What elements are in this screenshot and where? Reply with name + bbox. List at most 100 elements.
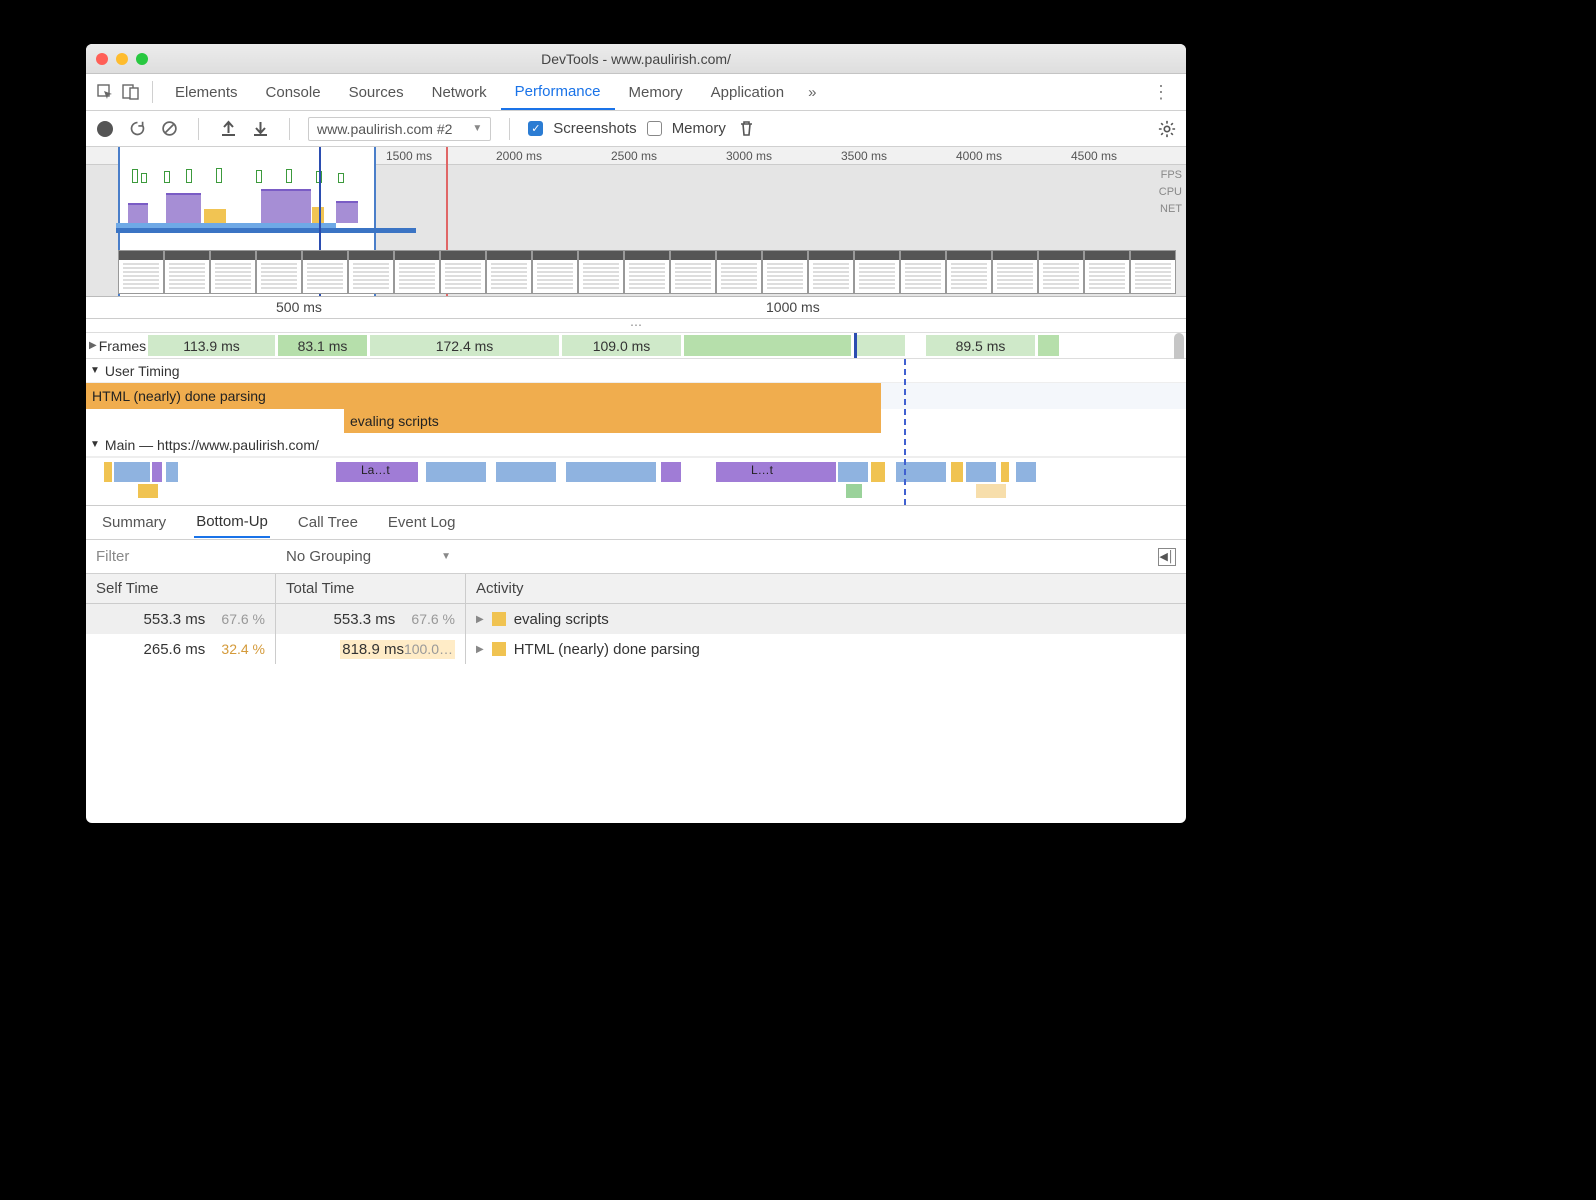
user-timing-label: User Timing xyxy=(105,363,180,379)
filter-row: Filter No Grouping ▼ ◀│ xyxy=(86,540,1186,574)
caret-down-icon: ▼ xyxy=(472,123,482,134)
user-timing-bar[interactable]: evaling scripts xyxy=(344,409,881,433)
main-track-header[interactable]: ▼Main — https://www.paulirish.com/ xyxy=(86,433,1186,457)
expand-icon: ▶ xyxy=(89,340,97,351)
save-profile-icon[interactable] xyxy=(249,118,271,140)
tab-application[interactable]: Application xyxy=(697,74,798,110)
user-timing-bar[interactable]: HTML (nearly) done parsing xyxy=(86,383,881,409)
ruler-tick: 2000 ms xyxy=(496,149,542,163)
panel-tabs: Elements Console Sources Network Perform… xyxy=(86,74,1186,111)
fps-label: FPS xyxy=(1159,167,1182,184)
table-row[interactable]: 265.6 ms 32.4 % 818.9 ms100.0… ▶HTML (ne… xyxy=(86,634,1186,664)
collapse-icon: ▼ xyxy=(90,365,100,376)
col-activity[interactable]: Activity xyxy=(466,574,1186,603)
ruler-tick: 1500 ms xyxy=(386,149,432,163)
capture-settings-icon[interactable] xyxy=(1156,118,1178,140)
flame-label: La…t xyxy=(361,463,390,477)
frames-label: Frames xyxy=(99,338,146,354)
performance-toolbar: www.paulirish.com #2 ▼ ✓ Screenshots Mem… xyxy=(86,111,1186,147)
tab-bottom-up[interactable]: Bottom-Up xyxy=(194,507,270,538)
details-tabs: Summary Bottom-Up Call Tree Event Log xyxy=(86,506,1186,540)
expand-icon[interactable]: ▶ xyxy=(476,614,484,625)
heaviest-stack-toggle-icon[interactable]: ◀│ xyxy=(1158,548,1176,566)
ruler-tick: 3500 ms xyxy=(841,149,887,163)
tabs-overflow-icon[interactable]: » xyxy=(798,84,826,101)
table-header: Self Time Total Time Activity xyxy=(86,574,1186,604)
load-profile-icon[interactable] xyxy=(217,118,239,140)
timing-marker xyxy=(904,359,906,505)
flame-chart-area[interactable]: ▼User Timing HTML (nearly) done parsing … xyxy=(86,359,1186,506)
expand-icon[interactable]: ▶ xyxy=(476,644,484,655)
cpu-label: CPU xyxy=(1159,184,1182,201)
activity-name: HTML (nearly) done parsing xyxy=(514,641,700,658)
frames-track[interactable]: ▶Frames 113.9 ms 83.1 ms 172.4 ms 109.0 … xyxy=(86,333,1186,359)
frame-block[interactable]: 109.0 ms xyxy=(562,335,682,356)
net-label: NET xyxy=(1159,201,1182,218)
tab-summary[interactable]: Summary xyxy=(100,508,168,537)
activity-name: evaling scripts xyxy=(514,611,609,628)
frame-block[interactable] xyxy=(1038,335,1060,356)
caret-down-icon: ▼ xyxy=(441,551,451,562)
ruler-tick: 500 ms xyxy=(276,299,322,315)
tab-call-tree[interactable]: Call Tree xyxy=(296,508,360,537)
tab-sources[interactable]: Sources xyxy=(335,74,418,110)
screenshots-label: Screenshots xyxy=(553,120,636,137)
tab-elements[interactable]: Elements xyxy=(161,74,252,110)
window-title: DevTools - www.paulirish.com/ xyxy=(86,51,1186,67)
frames-track-header[interactable]: ▶Frames xyxy=(86,338,149,354)
user-timing-header[interactable]: ▼ User Timing xyxy=(86,359,1186,383)
record-button[interactable] xyxy=(94,118,116,140)
ruler-tick: 2500 ms xyxy=(611,149,657,163)
screenshots-checkbox[interactable]: ✓ xyxy=(528,121,543,136)
device-toggle-icon[interactable] xyxy=(118,79,144,105)
grouping-select[interactable]: No Grouping ▼ xyxy=(286,548,451,565)
ruler-tick: 4500 ms xyxy=(1071,149,1117,163)
frame-block[interactable] xyxy=(856,335,906,356)
separator xyxy=(509,118,510,140)
main-track-label: Main — https://www.paulirish.com/ xyxy=(105,437,319,453)
tab-memory[interactable]: Memory xyxy=(615,74,697,110)
overview-timeline[interactable]: 500 ms 1000 ms 1500 ms 2000 ms 2500 ms 3… xyxy=(86,147,1186,297)
frame-block[interactable]: 89.5 ms xyxy=(926,335,1036,356)
tab-performance[interactable]: Performance xyxy=(501,74,615,110)
memory-label: Memory xyxy=(672,120,726,137)
detail-ruler[interactable]: 500 ms 1000 ms xyxy=(86,297,1186,319)
separator xyxy=(198,118,199,140)
table-body[interactable]: 553.3 ms 67.6 % 553.3 ms 67.6 % ▶evaling… xyxy=(86,604,1186,823)
garbage-collect-icon[interactable] xyxy=(736,118,758,140)
separator xyxy=(152,81,153,103)
devtools-window: DevTools - www.paulirish.com/ Elements C… xyxy=(86,44,1186,823)
frame-block[interactable] xyxy=(684,335,852,356)
ruler-tick: 3000 ms xyxy=(726,149,772,163)
frame-cursor xyxy=(854,333,857,358)
activity-color-icon xyxy=(492,612,506,626)
net-lane xyxy=(116,223,446,233)
tab-console[interactable]: Console xyxy=(252,74,335,110)
titlebar: DevTools - www.paulirish.com/ xyxy=(86,44,1186,74)
main-flame-chart[interactable]: La…t L…t xyxy=(86,457,1186,505)
screenshot-filmstrip[interactable] xyxy=(86,248,1186,296)
separator xyxy=(289,118,290,140)
overview-lane-labels: FPS CPU NET xyxy=(1159,167,1182,218)
collapsed-lanes-icon[interactable]: ⋯ xyxy=(86,319,1186,333)
ruler-tick: 4000 ms xyxy=(956,149,1002,163)
frame-block[interactable]: 83.1 ms xyxy=(278,335,368,356)
col-total-time[interactable]: Total Time xyxy=(276,574,466,603)
col-self-time[interactable]: Self Time xyxy=(86,574,276,603)
clear-button[interactable] xyxy=(158,118,180,140)
filter-input[interactable]: Filter xyxy=(96,548,266,565)
frame-block[interactable]: 172.4 ms xyxy=(370,335,560,356)
main-menu-icon[interactable]: ⋮ xyxy=(1142,82,1180,103)
table-row[interactable]: 553.3 ms 67.6 % 553.3 ms 67.6 % ▶evaling… xyxy=(86,604,1186,634)
inspect-icon[interactable] xyxy=(92,79,118,105)
grouping-value: No Grouping xyxy=(286,548,371,565)
flame-label: L…t xyxy=(751,463,773,477)
tab-event-log[interactable]: Event Log xyxy=(386,508,458,537)
recording-select[interactable]: www.paulirish.com #2 ▼ xyxy=(308,117,491,141)
memory-checkbox[interactable] xyxy=(647,121,662,136)
frame-block[interactable]: 113.9 ms xyxy=(148,335,276,356)
reload-button[interactable] xyxy=(126,118,148,140)
tab-network[interactable]: Network xyxy=(418,74,501,110)
ruler-tick: 1000 ms xyxy=(766,299,820,315)
recording-select-value: www.paulirish.com #2 xyxy=(317,121,452,137)
